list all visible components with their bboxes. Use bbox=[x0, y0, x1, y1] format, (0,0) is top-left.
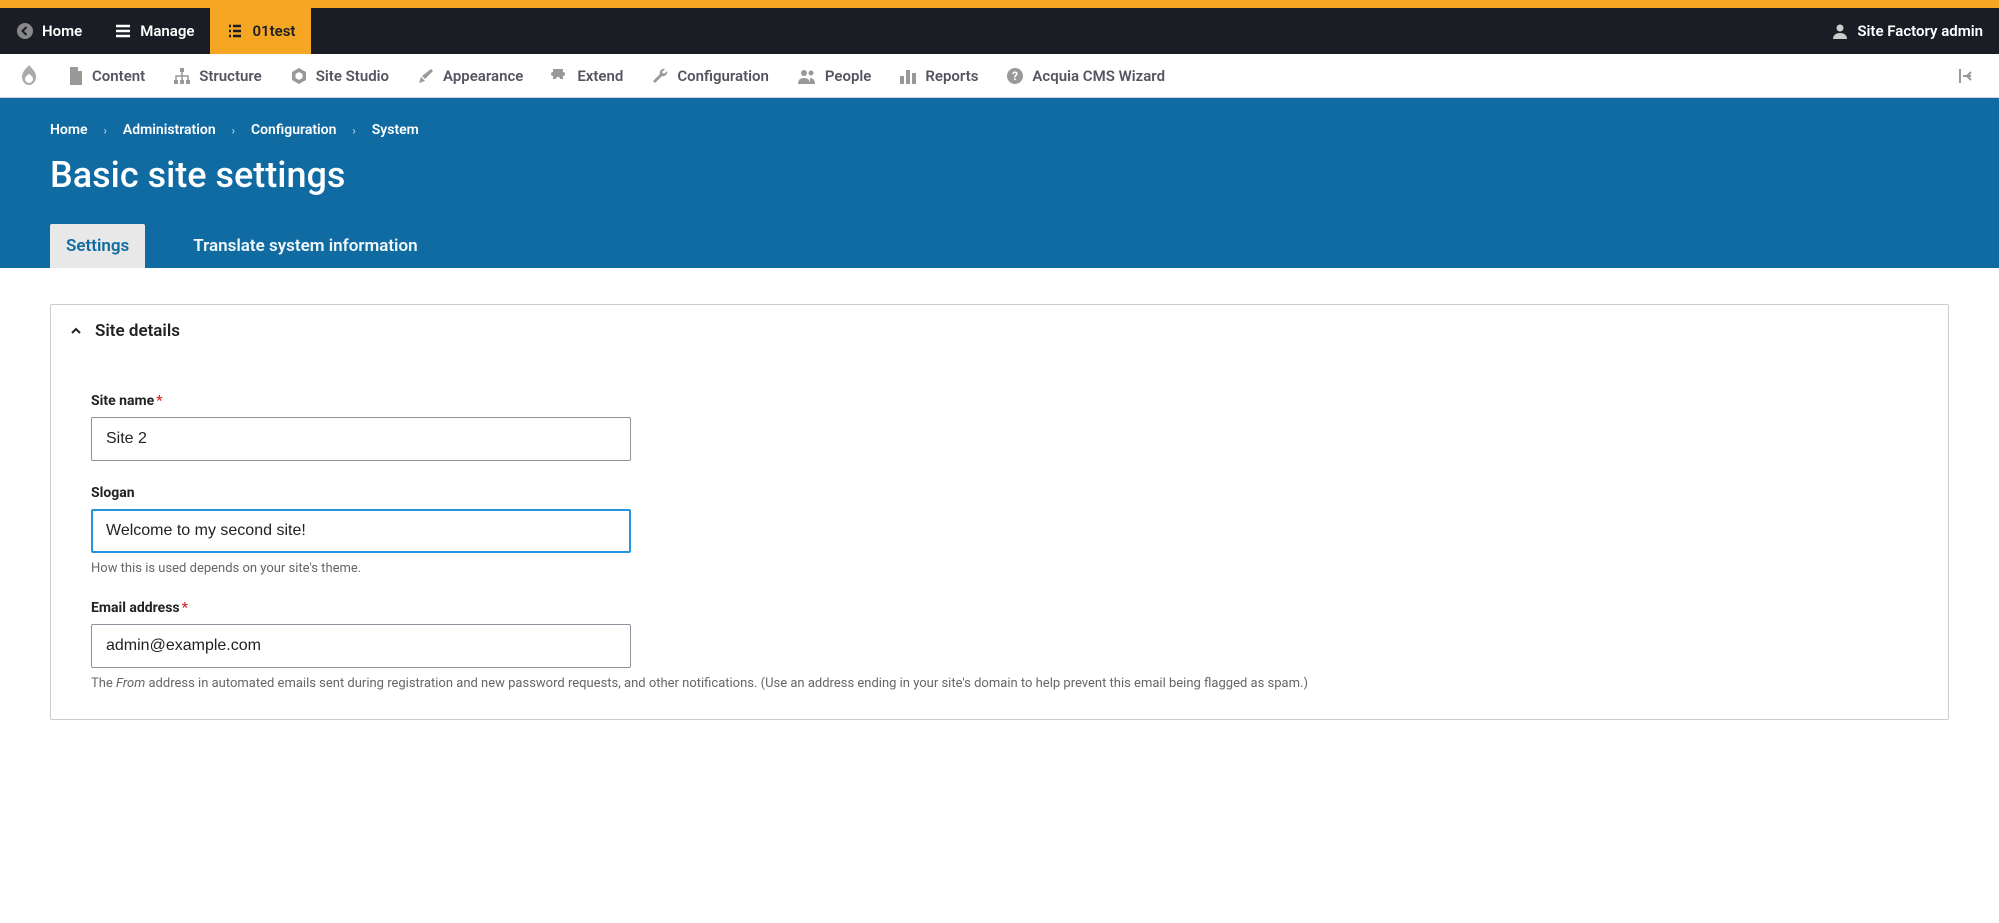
admin-menu-label: Acquia CMS Wizard bbox=[1032, 67, 1165, 85]
chevron-right-icon: › bbox=[104, 124, 107, 137]
admin-menu-content[interactable]: Content bbox=[54, 54, 159, 97]
panel-title: Site details bbox=[95, 321, 180, 341]
admin-menu-extend[interactable]: Extend bbox=[537, 54, 637, 97]
content-area: Site details Site name* Slogan How this … bbox=[0, 268, 1999, 756]
admin-menu-label: Extend bbox=[577, 67, 623, 85]
required-mark: * bbox=[156, 393, 162, 409]
back-icon bbox=[16, 22, 34, 40]
puzzle-icon bbox=[551, 67, 569, 85]
admin-menu-label: Configuration bbox=[677, 67, 769, 85]
toolbar-site-label: 01test bbox=[252, 22, 295, 40]
admin-menu-label: Reports bbox=[925, 67, 978, 85]
form-field-site-name: Site name* bbox=[91, 393, 1908, 461]
site-name-label: Site name* bbox=[91, 393, 1908, 409]
page-header: Home › Administration › Configuration › … bbox=[0, 98, 1999, 268]
admin-menu-structure[interactable]: Structure bbox=[159, 54, 276, 97]
collapse-sidebar-icon[interactable] bbox=[1949, 69, 1987, 83]
bar-chart-icon bbox=[899, 68, 917, 84]
toolbar-home-label: Home bbox=[42, 22, 82, 40]
slogan-label: Slogan bbox=[91, 485, 1908, 501]
form-field-email: Email address* The From address in autom… bbox=[91, 600, 1908, 691]
toolbar-site[interactable]: 01test bbox=[210, 8, 311, 54]
panel-header[interactable]: Site details bbox=[51, 305, 1948, 357]
toolbar-user-label: Site Factory admin bbox=[1857, 22, 1983, 40]
breadcrumb-item[interactable]: System bbox=[372, 122, 419, 138]
panel-body: Site name* Slogan How this is used depen… bbox=[51, 357, 1948, 719]
tab-settings[interactable]: Settings bbox=[50, 224, 145, 268]
people-icon bbox=[797, 68, 817, 84]
toolbar-manage[interactable]: Manage bbox=[98, 8, 210, 54]
page-title: Basic site settings bbox=[50, 154, 1949, 196]
admin-menu-site-studio[interactable]: Site Studio bbox=[276, 54, 403, 97]
email-label: Email address* bbox=[91, 600, 1908, 616]
site-details-panel: Site details Site name* Slogan How this … bbox=[50, 304, 1949, 720]
email-input[interactable] bbox=[91, 624, 631, 668]
required-mark: * bbox=[182, 600, 188, 616]
hamburger-icon bbox=[114, 22, 132, 40]
toolbar-user[interactable]: Site Factory admin bbox=[1815, 8, 1999, 54]
file-icon bbox=[68, 67, 84, 85]
admin-menu-people[interactable]: People bbox=[783, 54, 886, 97]
breadcrumb-item[interactable]: Home bbox=[50, 122, 88, 138]
user-icon bbox=[1831, 22, 1849, 40]
toolbar: Home Manage 01test Site Factory admin bbox=[0, 8, 1999, 54]
accent-bar bbox=[0, 0, 1999, 8]
admin-menu-configuration[interactable]: Configuration bbox=[637, 54, 783, 97]
breadcrumb-item[interactable]: Administration bbox=[123, 122, 216, 138]
chevron-up-icon bbox=[69, 324, 83, 338]
breadcrumb: Home › Administration › Configuration › … bbox=[50, 122, 1949, 138]
admin-menu-label: Appearance bbox=[443, 67, 523, 85]
toolbar-back[interactable]: Home bbox=[0, 8, 98, 54]
breadcrumb-item[interactable]: Configuration bbox=[251, 122, 336, 138]
admin-menu-reports[interactable]: Reports bbox=[885, 54, 992, 97]
slogan-input[interactable] bbox=[91, 509, 631, 553]
hexagon-icon bbox=[290, 67, 308, 85]
chevron-right-icon: › bbox=[232, 124, 235, 137]
tabs: Settings Translate system information bbox=[50, 224, 1949, 268]
admin-menu: Content Structure Site Studio Appearance… bbox=[0, 54, 1999, 98]
admin-menu-label: People bbox=[825, 67, 872, 85]
site-name-input[interactable] bbox=[91, 417, 631, 461]
admin-menu-acquia-wizard[interactable]: ? Acquia CMS Wizard bbox=[992, 54, 1179, 97]
wrench-icon bbox=[651, 67, 669, 85]
chevron-right-icon: › bbox=[352, 124, 355, 137]
svg-text:?: ? bbox=[1012, 69, 1018, 83]
tab-translate[interactable]: Translate system information bbox=[177, 224, 433, 268]
admin-menu-label: Structure bbox=[199, 67, 262, 85]
paintbrush-icon bbox=[417, 67, 435, 85]
form-field-slogan: Slogan How this is used depends on your … bbox=[91, 485, 1908, 576]
drupal-logo[interactable] bbox=[12, 64, 54, 88]
slogan-help-text: How this is used depends on your site's … bbox=[91, 561, 1908, 576]
admin-menu-appearance[interactable]: Appearance bbox=[403, 54, 537, 97]
admin-menu-label: Content bbox=[92, 67, 145, 85]
email-help-text: The From address in automated emails sen… bbox=[91, 676, 1908, 691]
toolbar-manage-label: Manage bbox=[140, 22, 194, 40]
hierarchy-icon bbox=[173, 68, 191, 84]
list-icon bbox=[226, 22, 244, 40]
admin-menu-label: Site Studio bbox=[316, 67, 389, 85]
help-icon: ? bbox=[1006, 67, 1024, 85]
